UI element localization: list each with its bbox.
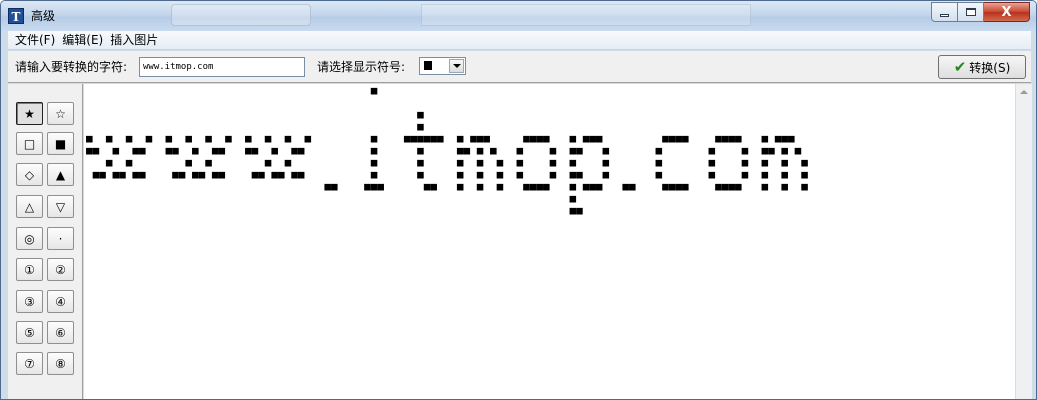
vertical-scrollbar[interactable]: [1015, 84, 1032, 399]
convert-button[interactable]: ✔ 转换(S): [938, 55, 1026, 79]
close-icon: X: [1001, 4, 1012, 20]
symbol-button[interactable]: ◇: [16, 163, 43, 186]
dropdown-arrow-button[interactable]: [449, 59, 464, 73]
symbol-button[interactable]: ④: [47, 290, 74, 313]
output-canvas[interactable]: ■ ■ ■ ■ ■ ■ ■ ■ ■ ■ ■ ■ ■ ■ ■ ■ ■■■■■■ ■…: [84, 84, 1015, 399]
symbol-button[interactable]: ▲: [47, 163, 74, 186]
symbol-select[interactable]: [419, 57, 466, 75]
title-bar[interactable]: T 高级 X: [1, 1, 1036, 31]
chevron-down-icon: [452, 64, 461, 68]
symbol-button[interactable]: ③: [16, 290, 43, 313]
symbol-button[interactable]: □: [16, 132, 43, 155]
minimize-icon: [940, 13, 949, 17]
window-controls: X: [931, 2, 1030, 22]
maximize-icon: [965, 8, 976, 16]
app-window: T 高级 X 文件(F) 编辑(E) 插入图片 请输入要转换的字符: www.i…: [0, 0, 1037, 400]
menu-edit[interactable]: 编辑(E): [60, 31, 108, 49]
symbol-button[interactable]: ◎: [16, 227, 43, 250]
selected-symbol-swatch: [424, 61, 432, 70]
app-icon: T: [8, 8, 24, 24]
close-button[interactable]: X: [984, 2, 1030, 22]
toolbar: 请输入要转换的字符: www.itmop.com 请选择显示符号: ✔ 转换(S…: [8, 51, 1031, 83]
background-window-ghost: [421, 4, 751, 26]
symbol-button[interactable]: ①: [16, 258, 43, 281]
menu-file[interactable]: 文件(F): [8, 31, 60, 49]
symbol-label: 请选择显示符号:: [317, 60, 406, 74]
maximize-button[interactable]: [958, 2, 984, 22]
symbol-button[interactable]: ·: [47, 227, 74, 250]
symbol-button[interactable]: ■: [47, 132, 74, 155]
symbol-button[interactable]: ⑥: [47, 321, 74, 344]
dot-matrix-output: ■ ■ ■ ■ ■ ■ ■ ■ ■ ■ ■ ■ ■ ■ ■ ■ ■■■■■■ ■…: [86, 84, 808, 217]
convert-label: 转换(S): [969, 60, 1011, 75]
symbol-button[interactable]: ⑧: [47, 352, 74, 375]
background-window-ghost: [171, 4, 311, 26]
symbol-button[interactable]: △: [16, 195, 43, 218]
symbol-button[interactable]: ⑦: [16, 352, 43, 375]
minimize-button[interactable]: [931, 2, 958, 22]
input-label: 请输入要转换的字符:: [15, 60, 128, 74]
symbol-button[interactable]: ★: [16, 102, 43, 125]
symbol-button[interactable]: ▽: [47, 195, 74, 218]
check-icon: ✔: [953, 58, 967, 76]
symbol-button[interactable]: ②: [47, 258, 74, 281]
text-input[interactable]: www.itmop.com: [139, 57, 305, 77]
menu-insert-image[interactable]: 插入图片: [108, 31, 163, 49]
menu-bar: 文件(F) 编辑(E) 插入图片: [8, 31, 1031, 50]
symbol-panel: ★ ☆ □ ■ ◇ ▲ △ ▽ ◎ · ① ② ③ ④ ⑤ ⑥ ⑦ ⑧: [8, 84, 83, 399]
scroll-up-icon[interactable]: [1020, 90, 1028, 94]
symbol-button[interactable]: ☆: [47, 102, 74, 125]
window-title: 高级: [31, 9, 56, 23]
symbol-button[interactable]: ⑤: [16, 321, 43, 344]
